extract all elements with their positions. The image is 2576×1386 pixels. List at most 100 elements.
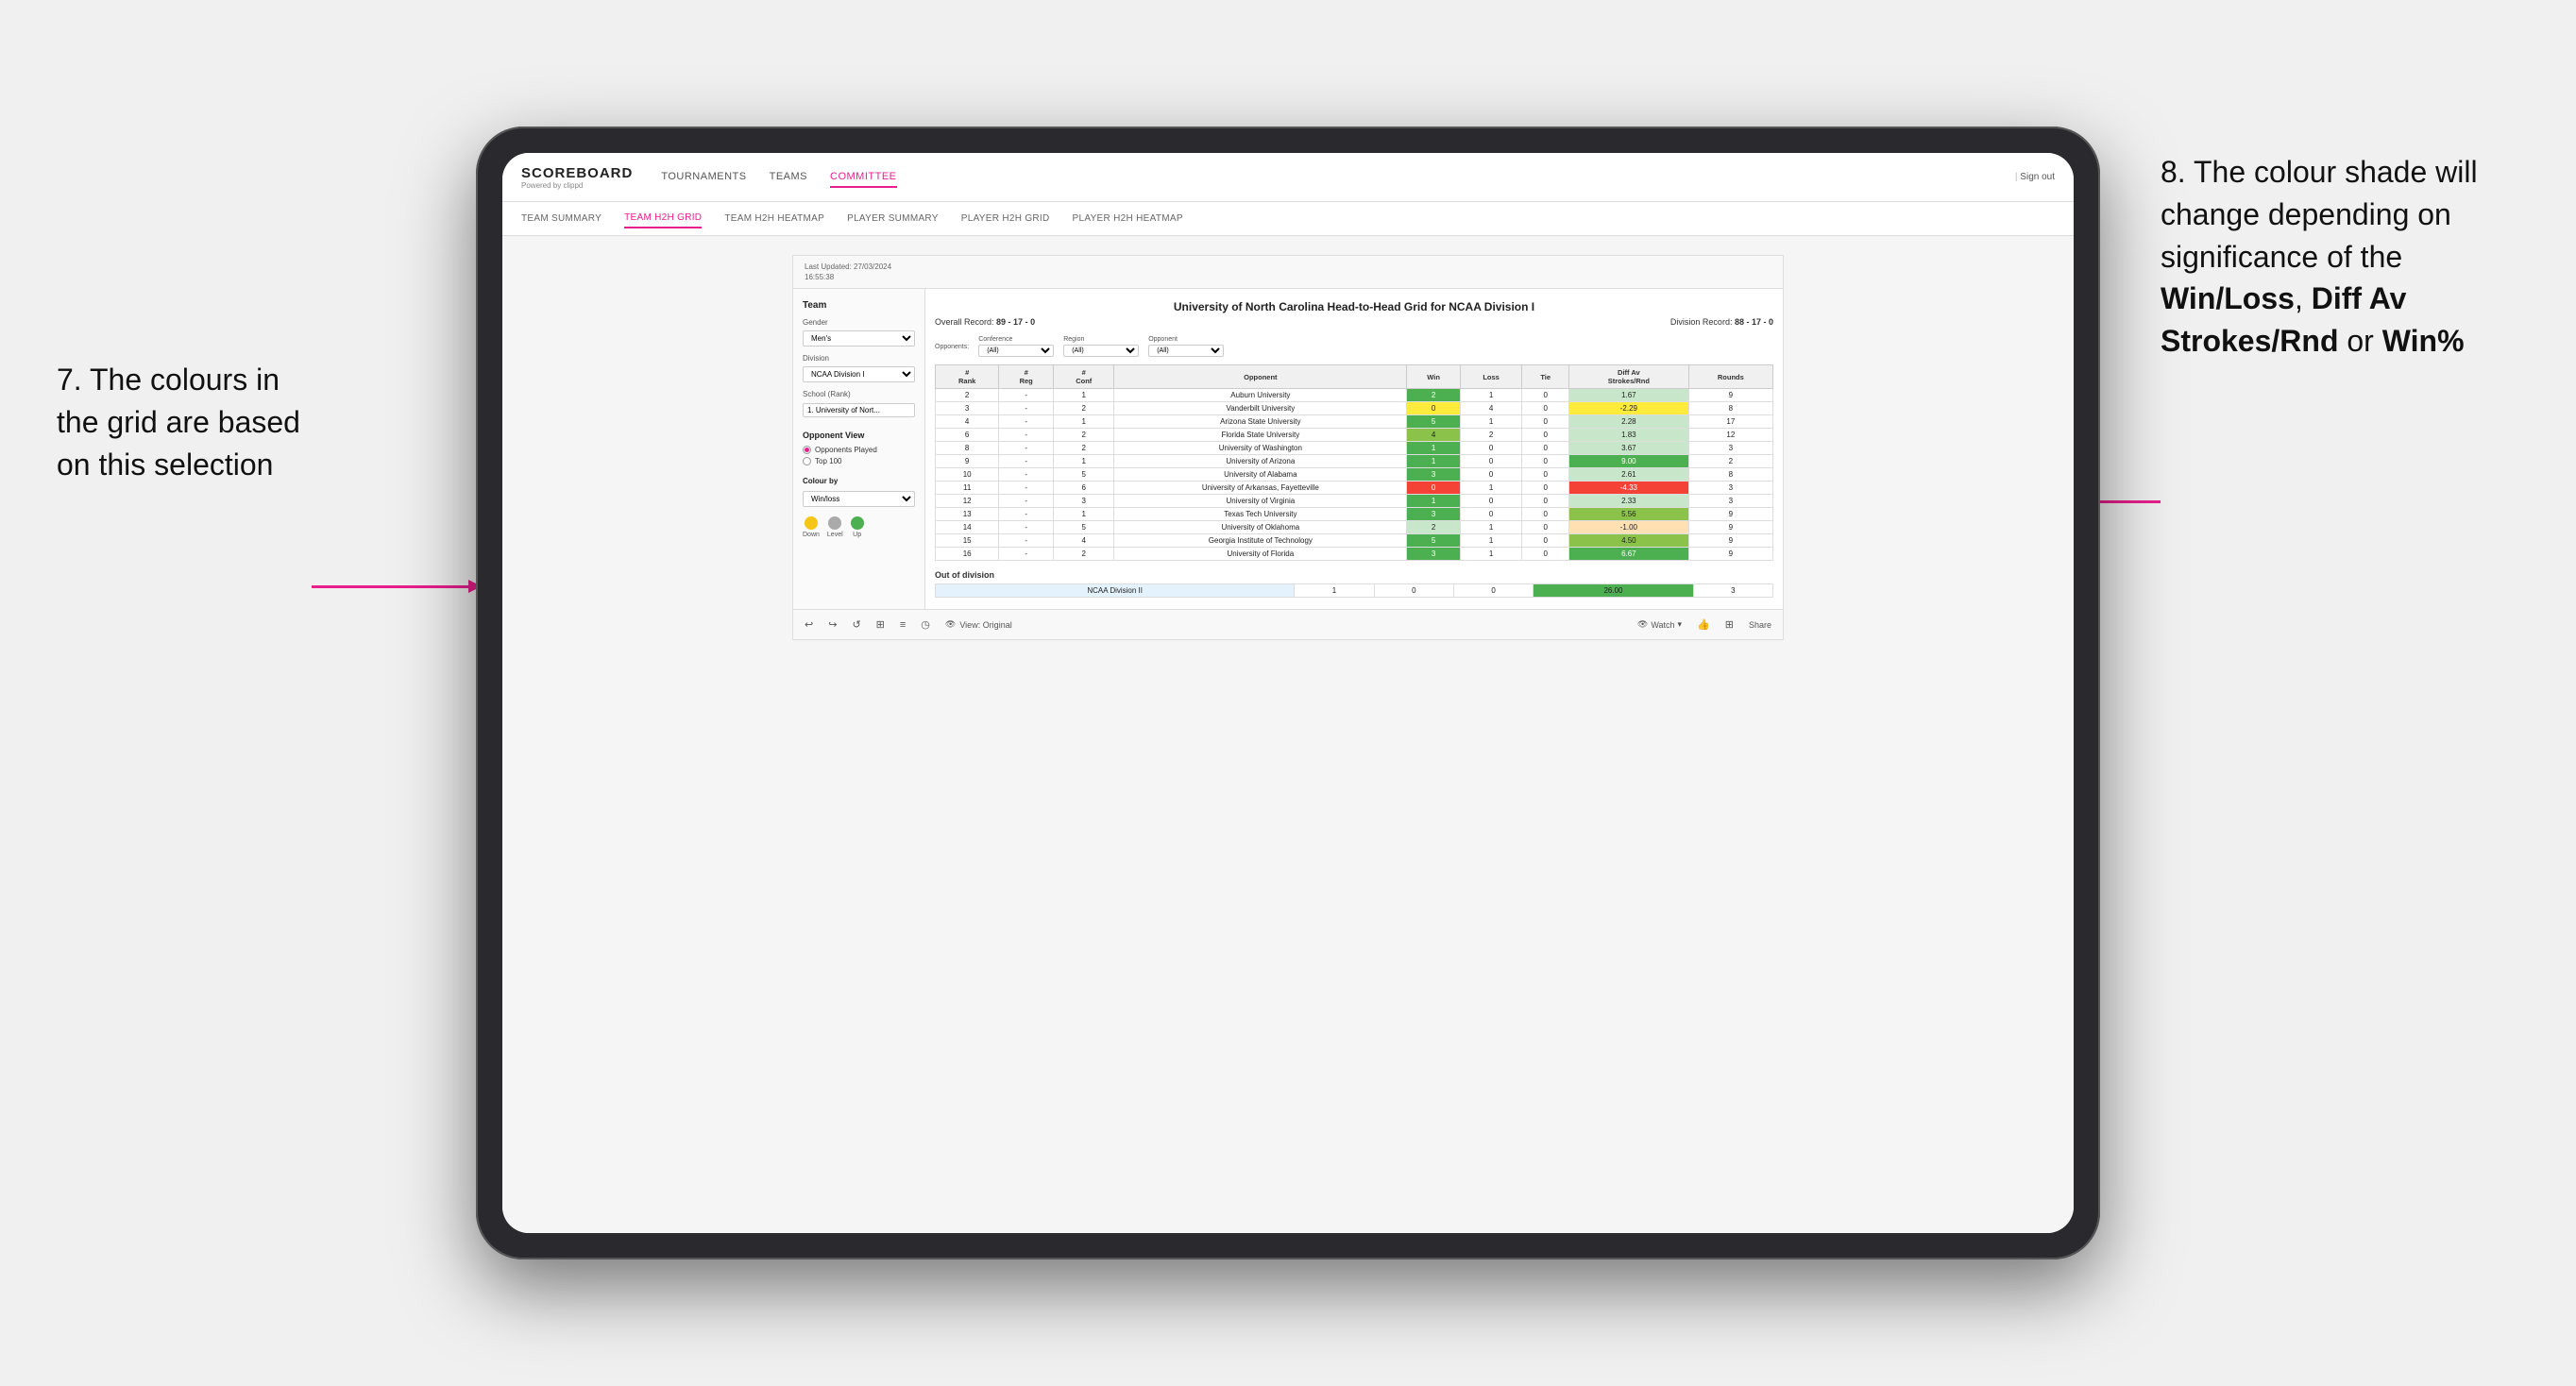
legend-label-up: Up — [853, 532, 861, 538]
nav-tournaments[interactable]: TOURNAMENTS — [661, 167, 746, 188]
left-panel: Team Gender Men's Division NCAA Division… — [793, 289, 925, 609]
nav-links: TOURNAMENTS TEAMS COMMITTEE — [661, 167, 2015, 188]
cell-loss: 4 — [1460, 402, 1521, 415]
region-filter-select[interactable]: (All) — [1063, 345, 1139, 357]
cell-rounds: 3 — [1688, 482, 1772, 495]
nav-committee[interactable]: COMMITTEE — [830, 167, 897, 188]
annotation-right: 8. The colour shade will change dependin… — [2161, 151, 2519, 363]
cell-reg: - — [999, 455, 1054, 468]
sign-out-button[interactable]: Sign out — [2015, 172, 2055, 182]
top-nav: SCOREBOARD Powered by clippd TOURNAMENTS… — [502, 153, 2074, 202]
last-updated: Last Updated: 27/03/2024 16:55:38 — [805, 262, 891, 282]
subnav-team-h2h-heatmap[interactable]: TEAM H2H HEATMAP — [724, 210, 824, 228]
cell-conf: 2 — [1054, 402, 1114, 415]
col-tie: Tie — [1522, 365, 1569, 389]
subnav-player-h2h-heatmap[interactable]: PLAYER H2H HEATMAP — [1073, 210, 1183, 228]
cell-tie: 0 — [1522, 495, 1569, 508]
cell-diff: 2.61 — [1569, 468, 1689, 482]
camera-icon[interactable]: ⊞ — [876, 618, 885, 631]
cell-loss: 0 — [1460, 442, 1521, 455]
cell-conf: 1 — [1054, 415, 1114, 429]
cell-reg: - — [999, 442, 1054, 455]
grid-title: University of North Carolina Head-to-Hea… — [935, 300, 1773, 313]
table-row: 16 - 2 University of Florida 3 1 0 6.67 … — [936, 548, 1773, 561]
eye-icon: 👁 — [945, 619, 956, 630]
cell-conf: 5 — [1054, 521, 1114, 534]
region-filter-label: Region — [1063, 336, 1139, 343]
table-row: 13 - 1 Texas Tech University 3 0 0 5.56 … — [936, 508, 1773, 521]
cell-diff: -4.33 — [1569, 482, 1689, 495]
col-loss: Loss — [1460, 365, 1521, 389]
opponent-filter-select[interactable]: (All) — [1148, 345, 1224, 357]
school-label: School (Rank) — [803, 390, 915, 398]
watch-button[interactable]: 👁 Watch ▾ — [1637, 619, 1682, 630]
cell-win: 2 — [1407, 389, 1461, 402]
cell-diff: 1.83 — [1569, 429, 1689, 442]
reset-icon[interactable]: ↺ — [852, 618, 860, 631]
cell-diff: -1.00 — [1569, 521, 1689, 534]
tablet-frame: SCOREBOARD Powered by clippd TOURNAMENTS… — [476, 127, 2100, 1259]
legend-label-down: Down — [803, 532, 820, 538]
cell-win: 0 — [1407, 482, 1461, 495]
cell-diff: 6.67 — [1569, 548, 1689, 561]
cell-rank: 13 — [936, 508, 999, 521]
out-of-division-title: Out of division — [935, 570, 1773, 580]
tableau-body: Team Gender Men's Division NCAA Division… — [793, 289, 1783, 609]
subnav-team-h2h-grid[interactable]: TEAM H2H GRID — [624, 209, 702, 228]
cell-opponent: University of Washington — [1114, 442, 1407, 455]
cell-win: 2 — [1407, 521, 1461, 534]
cell-win: 3 — [1407, 508, 1461, 521]
cell-reg: - — [999, 534, 1054, 548]
opponents-filter-label: Opponents: — [935, 344, 969, 350]
radio-dot-opponents — [803, 446, 811, 454]
cell-diff: 4.50 — [1569, 534, 1689, 548]
logo-title: SCOREBOARD — [521, 165, 633, 181]
share-button[interactable]: Share — [1749, 620, 1771, 630]
settings-icon[interactable]: ≡ — [900, 619, 906, 631]
cell-rounds: 3 — [1688, 442, 1772, 455]
cell-reg: - — [999, 429, 1054, 442]
subnav-player-summary[interactable]: PLAYER SUMMARY — [847, 210, 939, 228]
cell-win: 0 — [1407, 402, 1461, 415]
table-row: 4 - 1 Arizona State University 5 1 0 2.2… — [936, 415, 1773, 429]
gender-select[interactable]: Men's — [803, 330, 915, 346]
cell-loss: 0 — [1460, 455, 1521, 468]
cell-opponent: University of Arkansas, Fayetteville — [1114, 482, 1407, 495]
cell-diff: 2.28 — [1569, 415, 1689, 429]
redo-icon[interactable]: ↪ — [828, 618, 837, 631]
annotation-arrow-left — [312, 585, 472, 588]
col-rank: #Rank — [936, 365, 999, 389]
col-opponent: Opponent — [1114, 365, 1407, 389]
cell-rank: 14 — [936, 521, 999, 534]
filter-row: Opponents: Conference (All) Region ( — [935, 336, 1773, 357]
cell-win: 1 — [1407, 455, 1461, 468]
division-select[interactable]: NCAA Division I — [803, 366, 915, 382]
radio-opponents-played[interactable]: Opponents Played — [803, 446, 915, 454]
opponent-filter-label: Opponent — [1148, 336, 1224, 343]
conference-filter-select[interactable]: (All) — [978, 345, 1054, 357]
radio-top100[interactable]: Top 100 — [803, 457, 915, 465]
subnav-team-summary[interactable]: TEAM SUMMARY — [521, 210, 602, 228]
cell-reg: - — [999, 495, 1054, 508]
subnav-player-h2h-grid[interactable]: PLAYER H2H GRID — [961, 210, 1050, 228]
cell-opponent: University of Virginia — [1114, 495, 1407, 508]
cell-reg: - — [999, 468, 1054, 482]
grid-icon[interactable]: ⊞ — [1725, 618, 1734, 631]
cell-conf: 1 — [1054, 389, 1114, 402]
school-input[interactable] — [803, 403, 915, 417]
nav-teams[interactable]: TEAMS — [770, 167, 807, 188]
clock-icon[interactable]: ◷ — [921, 618, 930, 631]
cell-loss: 1 — [1460, 521, 1521, 534]
table-row: 11 - 6 University of Arkansas, Fayettevi… — [936, 482, 1773, 495]
undo-icon[interactable]: ↩ — [805, 618, 813, 631]
cell-rounds: 17 — [1688, 415, 1772, 429]
cell-loss: 1 — [1460, 548, 1521, 561]
colour-by-select[interactable]: Win/loss — [803, 491, 915, 507]
legend-down: Down — [803, 516, 820, 538]
cell-diff: 5.56 — [1569, 508, 1689, 521]
cell-rounds: 9 — [1688, 508, 1772, 521]
thumbs-icon[interactable]: 👍 — [1697, 618, 1710, 631]
cell-tie: 0 — [1522, 455, 1569, 468]
legend-circle-up — [851, 516, 864, 530]
cell-tie: 0 — [1522, 442, 1569, 455]
